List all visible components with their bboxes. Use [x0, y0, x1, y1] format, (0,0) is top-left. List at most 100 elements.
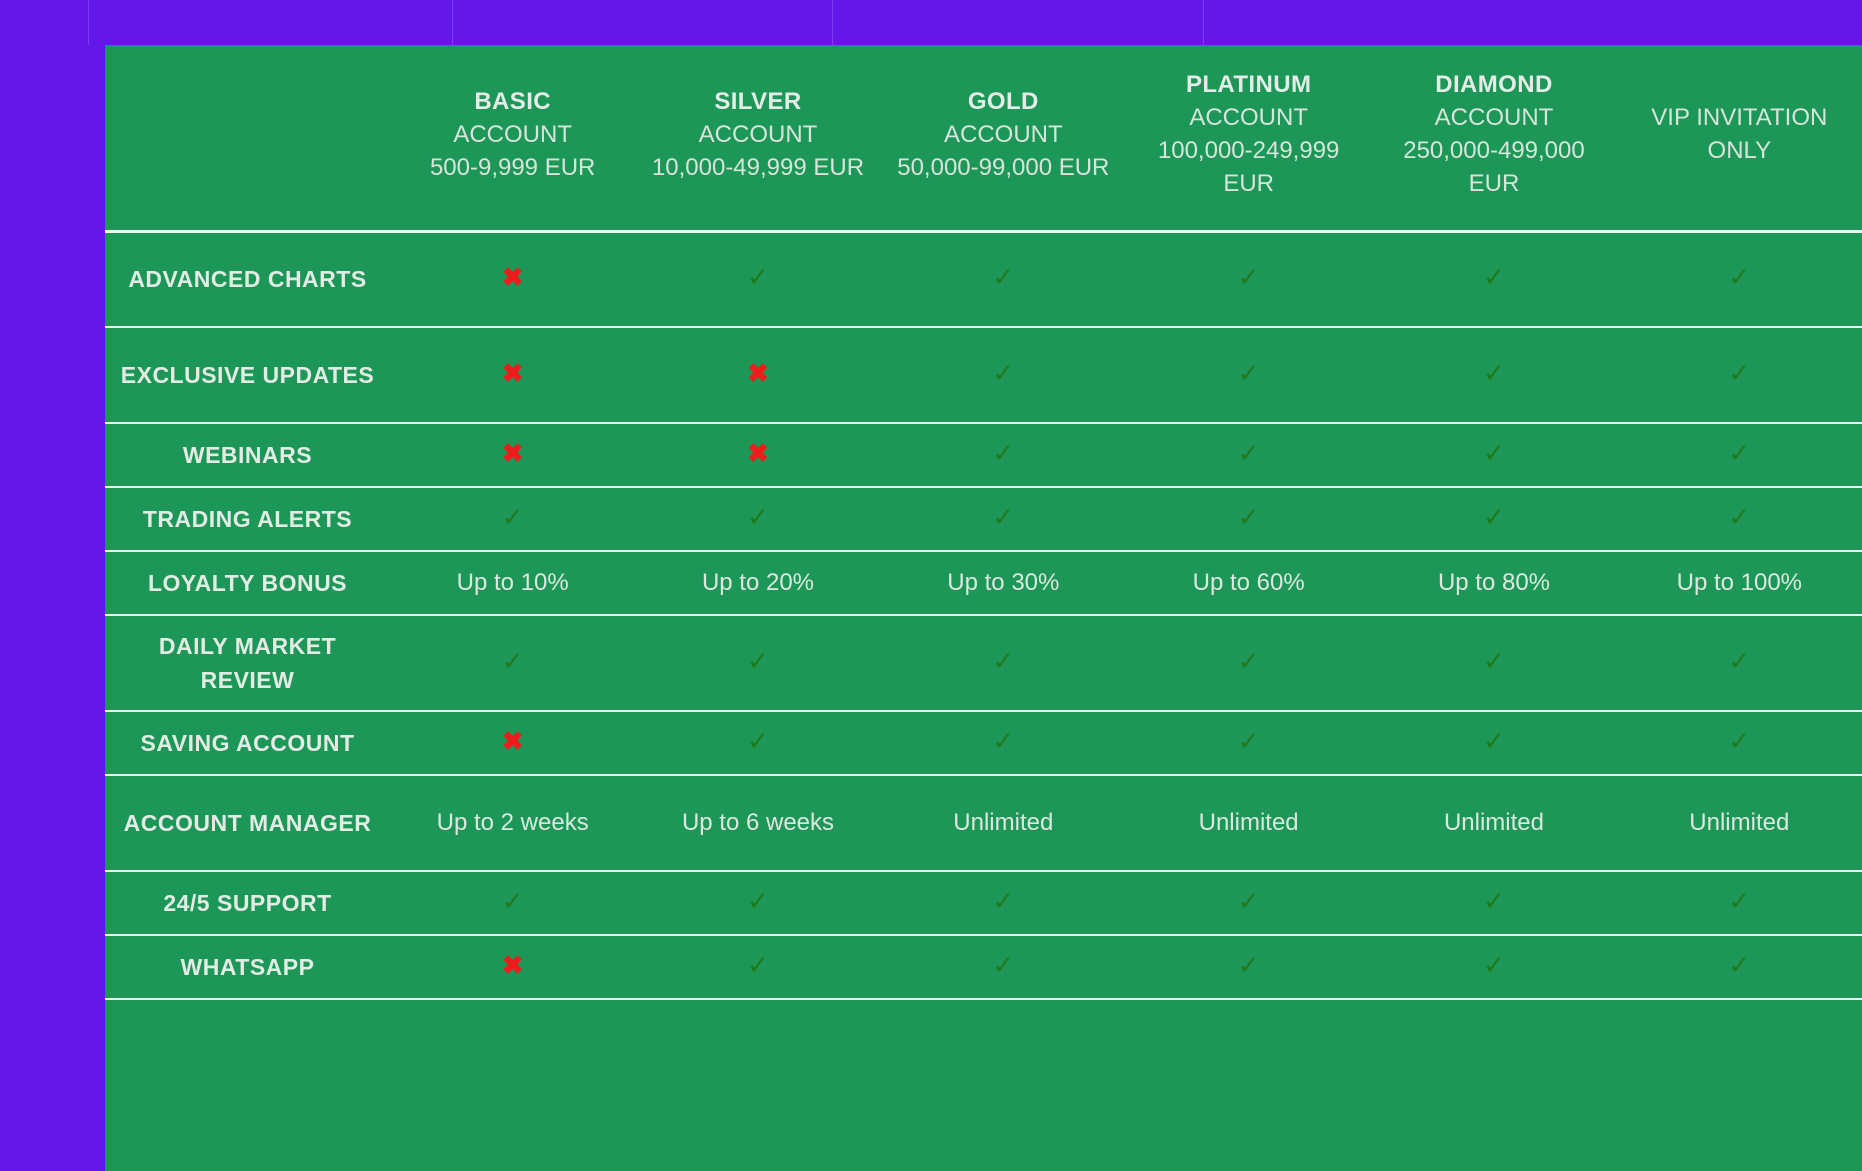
feature-label: ADVANCED CHARTS [105, 231, 390, 327]
table-row: TRADING ALERTS✓✓✓✓✓✓ [105, 487, 1862, 551]
check-icon: ✓ [992, 888, 1014, 914]
included-check-icon: ✓ [1617, 423, 1862, 487]
purple-divider [832, 0, 833, 45]
included-check-icon: ✓ [1126, 487, 1371, 551]
check-icon: ✓ [1483, 360, 1505, 386]
feature-value: Unlimited [1126, 775, 1371, 871]
check-icon: ✓ [1728, 360, 1750, 386]
cross-icon: ✖ [502, 728, 524, 754]
check-icon: ✓ [1238, 440, 1260, 466]
check-icon: ✓ [1728, 504, 1750, 530]
tier-account-label: ACCOUNT [1379, 101, 1608, 134]
check-icon: ✓ [992, 360, 1014, 386]
excluded-cross-icon: ✖ [390, 935, 635, 999]
feature-value: Up to 60% [1126, 551, 1371, 615]
tier-name: SILVER [643, 85, 872, 118]
included-check-icon: ✓ [1617, 711, 1862, 775]
included-check-icon: ✓ [1617, 327, 1862, 423]
included-check-icon: ✓ [1126, 935, 1371, 999]
cross-icon: ✖ [502, 952, 524, 978]
feature-value: Unlimited [1617, 775, 1862, 871]
feature-value: Up to 30% [881, 551, 1126, 615]
feature-value: Up to 6 weeks [635, 775, 880, 871]
included-check-icon: ✓ [1371, 327, 1616, 423]
included-check-icon: ✓ [1617, 487, 1862, 551]
check-icon: ✓ [1483, 728, 1505, 754]
cross-icon: ✖ [502, 360, 524, 386]
table-header: BASICACCOUNT500-9,999 EURSILVER ACCOUNT 10… [105, 45, 1862, 231]
check-icon: ✓ [1238, 952, 1260, 978]
tier-column-header: VIP INVITATION ONLY [1617, 45, 1862, 231]
excluded-cross-icon: ✖ [390, 423, 635, 487]
check-icon: ✓ [1238, 888, 1260, 914]
tier-balance-range: 10,000-49,999 EUR [643, 151, 872, 184]
check-icon: ✓ [1483, 440, 1505, 466]
check-icon: ✓ [747, 504, 769, 530]
feature-column-header [105, 45, 390, 231]
check-icon: ✓ [992, 952, 1014, 978]
feature-value: Unlimited [881, 775, 1126, 871]
tier-account-label: ACCOUNT [889, 118, 1118, 151]
included-check-icon: ✓ [635, 487, 880, 551]
table-row: 24/5 SUPPORT✓✓✓✓✓✓ [105, 871, 1862, 935]
included-check-icon: ✓ [1371, 423, 1616, 487]
tier-name: GOLD [889, 85, 1118, 118]
included-check-icon: ✓ [1617, 615, 1862, 711]
feature-label: EXCLUSIVE UPDATES [105, 327, 390, 423]
pricing-table-container: WikiFXWikiFXWikiFXWikiFXWikiFXWikiFXWiki… [105, 45, 1862, 1171]
included-check-icon: ✓ [881, 327, 1126, 423]
purple-divider [88, 0, 89, 45]
included-check-icon: ✓ [881, 711, 1126, 775]
check-icon: ✓ [502, 888, 524, 914]
purple-divider [452, 0, 453, 45]
check-icon: ✓ [1483, 648, 1505, 674]
check-icon: ✓ [992, 728, 1014, 754]
table-row: DAILY MARKET REVIEW✓✓✓✓✓✓ [105, 615, 1862, 711]
check-icon: ✓ [502, 504, 524, 530]
feature-value: Up to 2 weeks [390, 775, 635, 871]
check-icon: ✓ [992, 648, 1014, 674]
included-check-icon: ✓ [1126, 423, 1371, 487]
included-check-icon: ✓ [1126, 711, 1371, 775]
included-check-icon: ✓ [1617, 935, 1862, 999]
excluded-cross-icon: ✖ [390, 711, 635, 775]
feature-label: TRADING ALERTS [105, 487, 390, 551]
feature-label: ACCOUNT MANAGER [105, 775, 390, 871]
table-row: WHATSAPP✖✓✓✓✓✓ [105, 935, 1862, 999]
cross-icon: ✖ [747, 440, 769, 466]
check-icon: ✓ [1238, 504, 1260, 530]
feature-value: Up to 20% [635, 551, 880, 615]
cross-icon: ✖ [747, 360, 769, 386]
included-check-icon: ✓ [1126, 615, 1371, 711]
included-check-icon: ✓ [1126, 871, 1371, 935]
table-row: ADVANCED CHARTS✖✓✓✓✓✓ [105, 231, 1862, 327]
included-check-icon: ✓ [1371, 711, 1616, 775]
tier-column-header: PLATINUMACCOUNT100,000-249,999 EUR [1126, 45, 1371, 231]
check-icon: ✓ [1728, 952, 1750, 978]
feature-label: LOYALTY BONUS [105, 551, 390, 615]
tier-balance-range: VIP INVITATION ONLY [1625, 101, 1854, 167]
included-check-icon: ✓ [635, 711, 880, 775]
check-icon: ✓ [747, 952, 769, 978]
check-icon: ✓ [1238, 728, 1260, 754]
included-check-icon: ✓ [635, 935, 880, 999]
included-check-icon: ✓ [881, 935, 1126, 999]
included-check-icon: ✓ [881, 871, 1126, 935]
tier-balance-range: 100,000-249,999 EUR [1134, 134, 1363, 200]
feature-value: Up to 100% [1617, 551, 1862, 615]
included-check-icon: ✓ [1617, 871, 1862, 935]
check-icon: ✓ [747, 264, 769, 290]
included-check-icon: ✓ [881, 423, 1126, 487]
check-icon: ✓ [747, 728, 769, 754]
tier-column-header: DIAMONDACCOUNT250,000-499,000 EUR [1371, 45, 1616, 231]
purple-divider [1203, 0, 1204, 45]
check-icon: ✓ [1728, 888, 1750, 914]
tier-column-header: BASICACCOUNT500-9,999 EUR [390, 45, 635, 231]
included-check-icon: ✓ [390, 871, 635, 935]
cross-icon: ✖ [502, 440, 524, 466]
included-check-icon: ✓ [1617, 231, 1862, 327]
check-icon: ✓ [1238, 264, 1260, 290]
included-check-icon: ✓ [1371, 935, 1616, 999]
page-root: WikiFXWikiFXWikiFXWikiFXWikiFXWikiFXWiki… [0, 0, 1862, 1171]
excluded-cross-icon: ✖ [390, 327, 635, 423]
